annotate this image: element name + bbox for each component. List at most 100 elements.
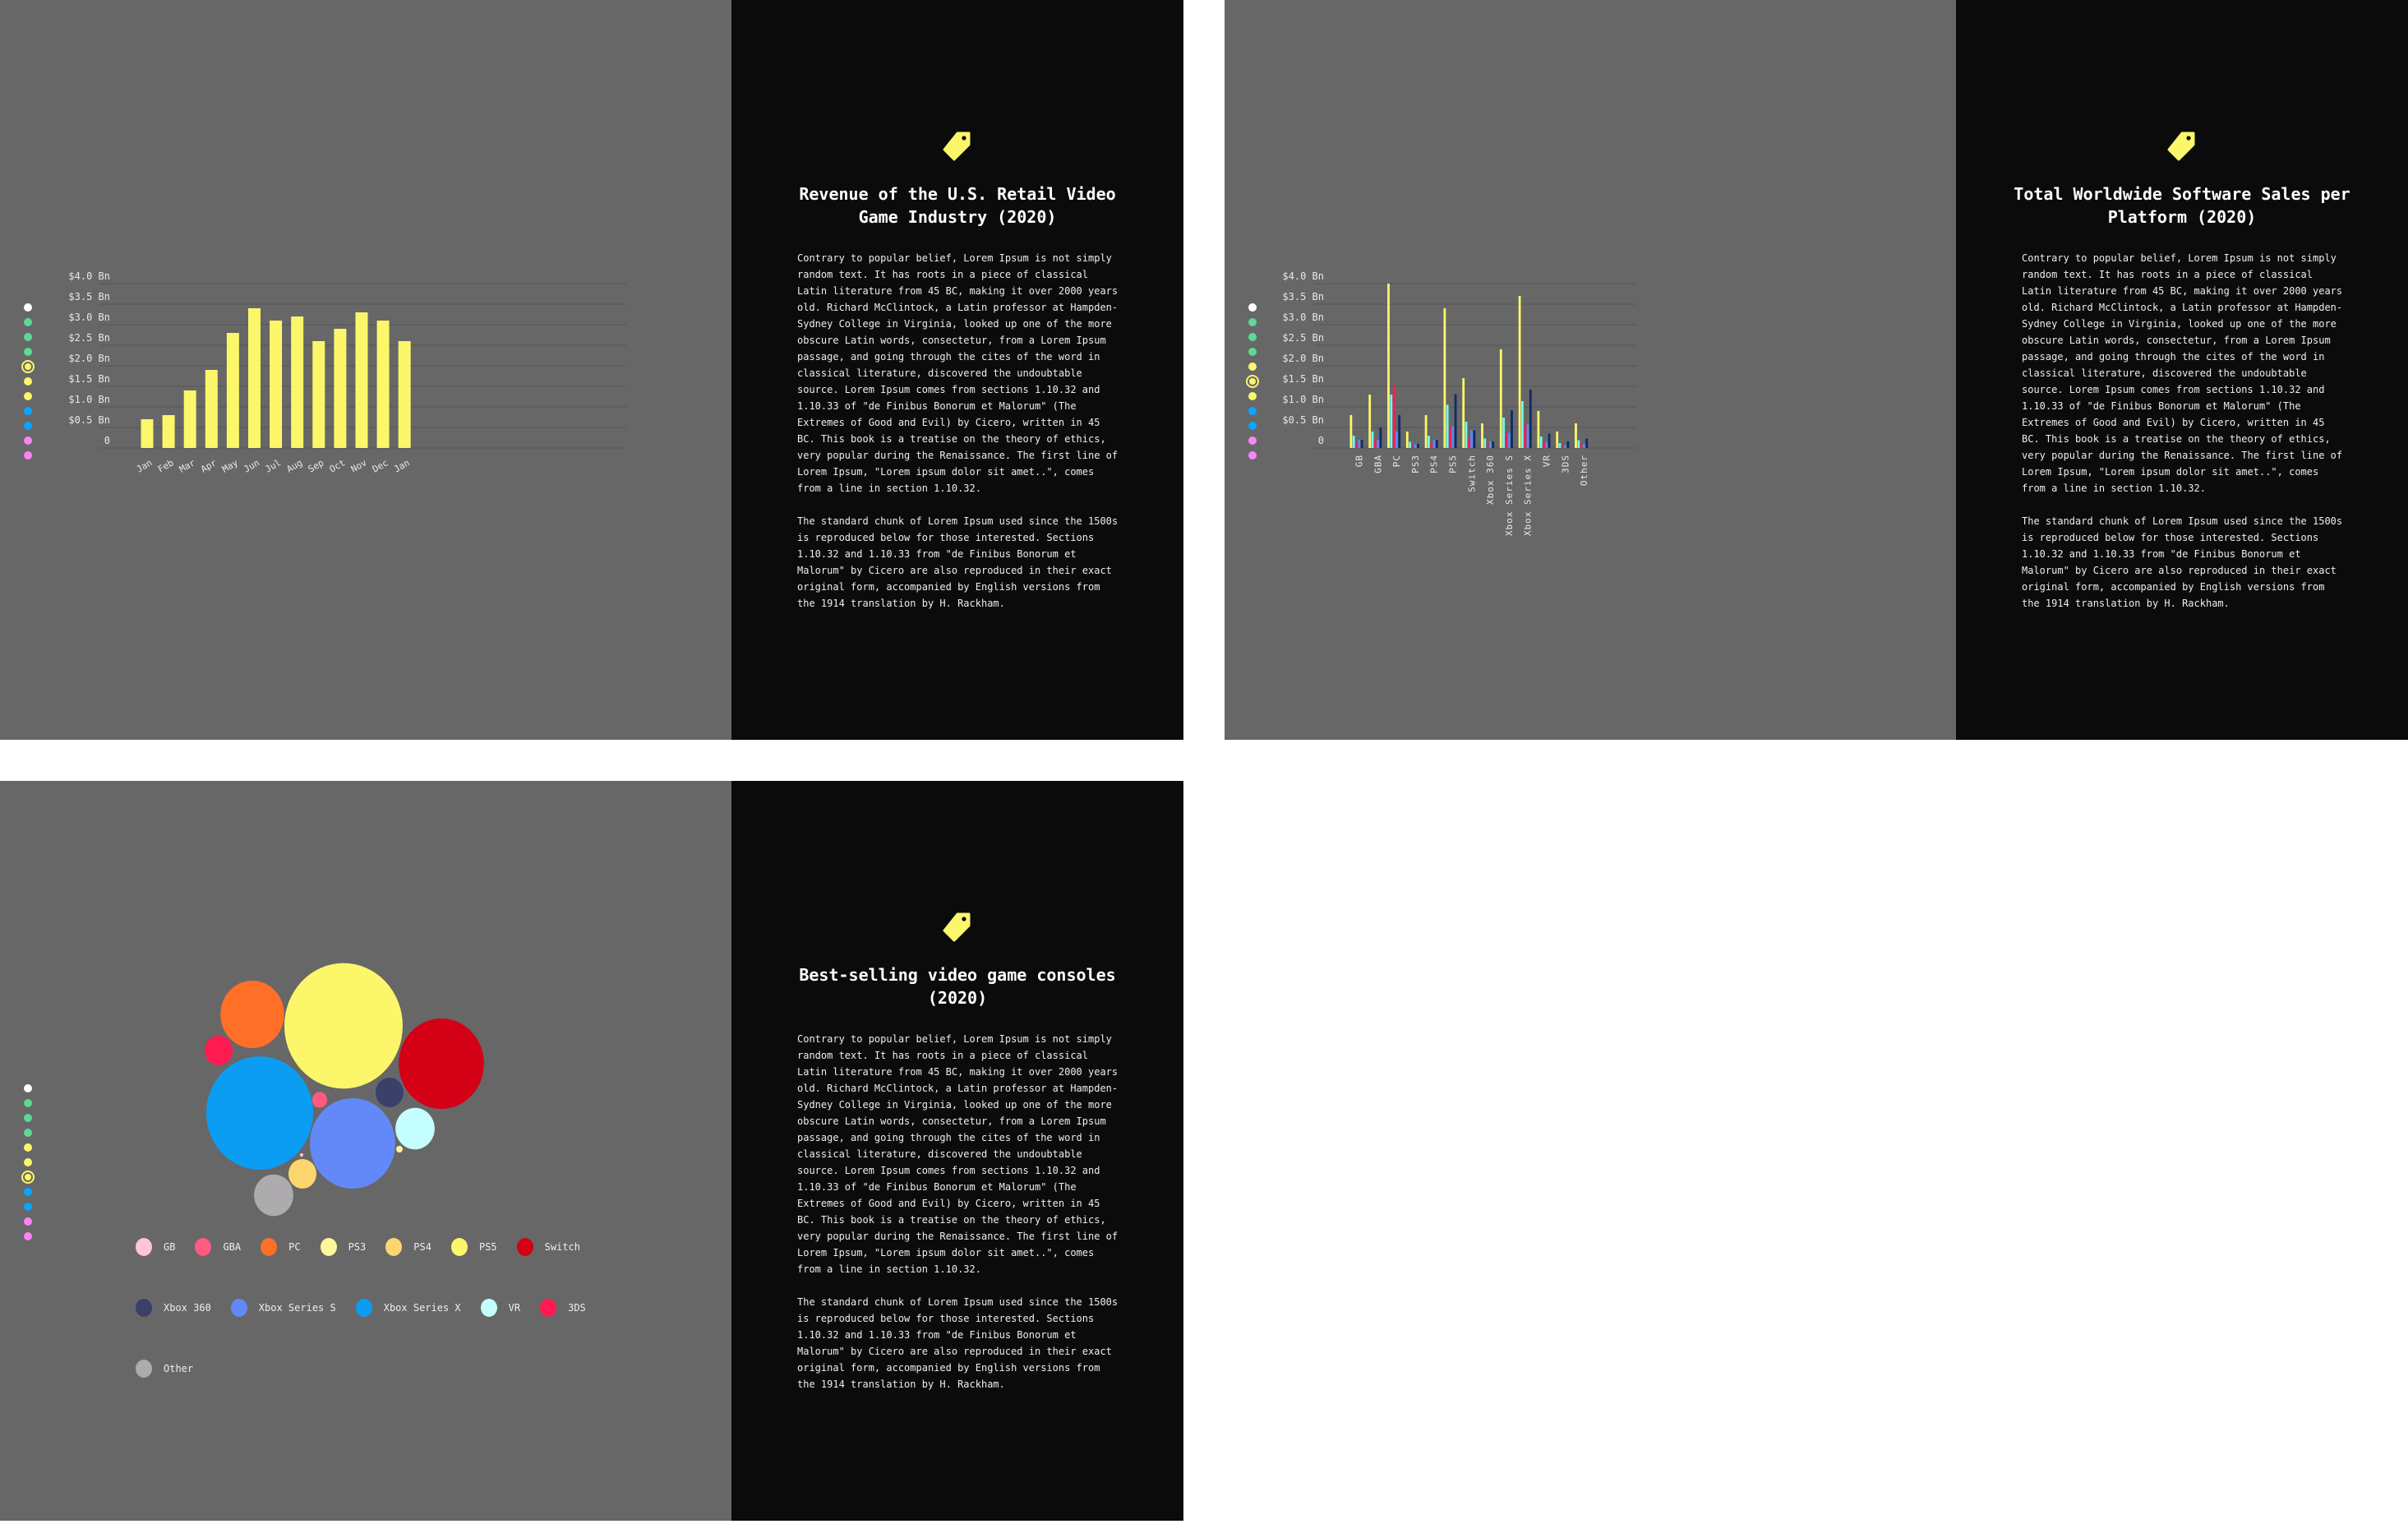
legend-label: PS4 xyxy=(413,1241,431,1253)
nav-dot[interactable] xyxy=(1248,303,1257,312)
bubble xyxy=(299,1152,304,1157)
x-tick-label: 3DS xyxy=(1560,455,1571,473)
bubble xyxy=(254,1174,293,1217)
bar xyxy=(1443,308,1446,448)
nav-dot[interactable] xyxy=(24,1217,32,1226)
nav-dot[interactable] xyxy=(24,392,32,400)
nav-dot-active[interactable] xyxy=(1246,375,1259,388)
nav-dot[interactable] xyxy=(24,318,32,326)
x-tick-label: Aug xyxy=(284,457,304,474)
nav-dot[interactable] xyxy=(1248,318,1257,326)
legend-item[interactable]: PS4 xyxy=(385,1238,431,1256)
legend-item[interactable]: PS3 xyxy=(320,1238,366,1256)
bar xyxy=(1377,440,1379,448)
body-text: Contrary to popular belief, Lorem Ipsum … xyxy=(797,1031,1123,1409)
nav-dot[interactable] xyxy=(24,422,32,430)
bar xyxy=(226,333,239,448)
legend-label: PS5 xyxy=(478,1241,497,1253)
consoles-bubble-chart xyxy=(204,963,484,1217)
nav-dot[interactable] xyxy=(24,377,32,386)
paragraph: Contrary to popular belief, Lorem Ipsum … xyxy=(797,252,1119,494)
bar xyxy=(1349,415,1353,448)
bar xyxy=(1368,395,1372,448)
nav-dot[interactable] xyxy=(1248,392,1257,400)
slide-nav[interactable] xyxy=(1246,303,1259,466)
panel-title: Revenue of the U.S. Retail Video Game In… xyxy=(799,184,1116,227)
bar xyxy=(1580,444,1583,448)
bar xyxy=(1405,432,1409,448)
legend-item[interactable]: GBA xyxy=(195,1238,241,1256)
nav-dot[interactable] xyxy=(1248,348,1257,356)
tag-icon xyxy=(2167,132,2195,161)
bar xyxy=(1373,440,1377,448)
legend-item[interactable]: 3DS xyxy=(540,1299,586,1317)
legend-item[interactable]: Xbox Series S xyxy=(230,1299,336,1317)
nav-dot-active[interactable] xyxy=(21,360,35,373)
bar xyxy=(291,316,304,448)
nav-dot[interactable] xyxy=(24,303,32,312)
bar xyxy=(1577,440,1580,448)
bar xyxy=(1428,436,1430,448)
x-tick-label: Xbox Series X xyxy=(1523,455,1534,536)
x-tick-label: May xyxy=(220,457,240,474)
nav-dot[interactable] xyxy=(24,1203,32,1211)
nav-dot[interactable] xyxy=(24,333,32,341)
slide-nav[interactable] xyxy=(21,1084,35,1247)
legend-swatch xyxy=(136,1299,152,1317)
bar xyxy=(1392,386,1395,448)
nav-dot[interactable] xyxy=(1248,333,1257,341)
bar xyxy=(1566,441,1570,448)
tag-icon xyxy=(943,132,971,161)
legend-item[interactable]: Switch xyxy=(516,1238,580,1256)
legend-item[interactable]: VR xyxy=(480,1299,520,1317)
legend-item[interactable]: PS5 xyxy=(450,1238,497,1256)
x-tick-label: PS5 xyxy=(1448,455,1459,473)
legend-item[interactable]: Other xyxy=(136,1360,193,1378)
y-tick-label: $0.5 Bn xyxy=(68,414,110,426)
slide-nav[interactable] xyxy=(21,303,35,466)
nav-dot[interactable] xyxy=(24,1232,32,1240)
panel-title: Total Worldwide Software Sales per Platf… xyxy=(2014,184,2350,227)
nav-dot[interactable] xyxy=(24,451,32,460)
nav-dot[interactable] xyxy=(1248,363,1257,371)
tag-icon xyxy=(943,912,971,942)
legend-label: GBA xyxy=(223,1241,242,1253)
nav-dot-active[interactable] xyxy=(21,1171,35,1184)
nav-dot[interactable] xyxy=(1248,407,1257,415)
bar xyxy=(312,341,325,448)
nav-dot[interactable] xyxy=(24,348,32,356)
nav-dot[interactable] xyxy=(24,1099,32,1107)
x-tick-label: PS4 xyxy=(1429,455,1440,473)
nav-dot[interactable] xyxy=(1248,436,1257,445)
bar xyxy=(1360,440,1363,448)
legend-item[interactable]: PC xyxy=(261,1238,301,1256)
nav-dot[interactable] xyxy=(24,1084,32,1092)
bubble xyxy=(284,963,403,1089)
x-tick-label: PC xyxy=(1391,455,1402,467)
x-tick-label: Xbox Series S xyxy=(1504,455,1515,536)
bar xyxy=(1371,432,1374,448)
nav-dot[interactable] xyxy=(24,407,32,415)
panel-revenue: 0 $0.5 Bn $1.0 Bn $1.5 Bn $2.0 Bn $2.5 Bn $3.0… xyxy=(0,0,1183,740)
legend-item[interactable]: Xbox Series X xyxy=(355,1299,461,1317)
bar xyxy=(334,329,347,448)
bubble xyxy=(206,1056,313,1170)
nav-dot[interactable] xyxy=(24,1158,32,1166)
nav-dot[interactable] xyxy=(24,1129,32,1137)
bar xyxy=(1518,296,1521,448)
nav-dot[interactable] xyxy=(24,1143,32,1152)
bar xyxy=(1435,440,1438,448)
nav-dot[interactable] xyxy=(24,1188,32,1196)
nav-dot[interactable] xyxy=(24,1114,32,1122)
nav-dot[interactable] xyxy=(1248,451,1257,460)
y-tick-label: $3.0 Bn xyxy=(1282,312,1324,323)
nav-dot[interactable] xyxy=(1248,422,1257,430)
bubble xyxy=(310,1097,395,1189)
paragraph: The standard chunk of Lorem Ipsum used s… xyxy=(797,1296,1119,1390)
bar xyxy=(1564,445,1566,448)
x-tick-label: Jul xyxy=(263,457,283,474)
legend-item[interactable]: Xbox 360 xyxy=(136,1299,211,1317)
nav-dot[interactable] xyxy=(24,436,32,445)
legend-item[interactable]: GB xyxy=(136,1238,175,1256)
bar xyxy=(1387,284,1390,448)
